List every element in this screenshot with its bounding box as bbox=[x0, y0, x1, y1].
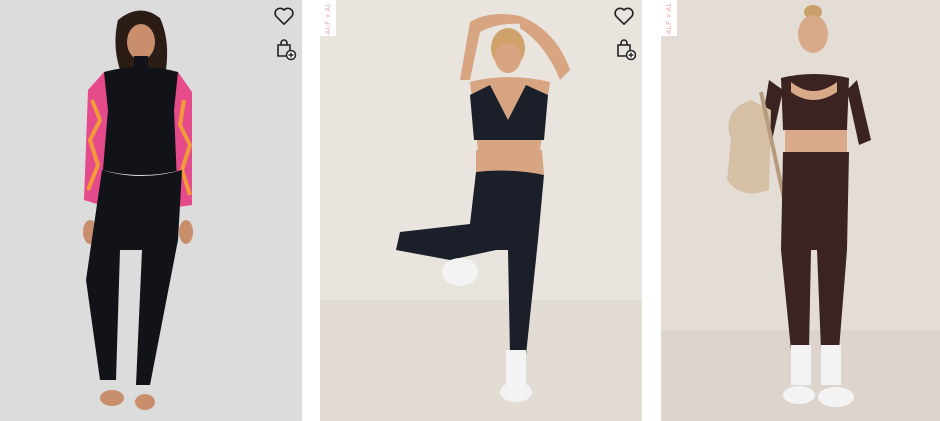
product-card[interactable]: ALF x AL bbox=[320, 0, 642, 421]
wishlist-heart-icon[interactable] bbox=[272, 4, 296, 28]
product-grid: ALF x AL ALF x AL bbox=[0, 0, 940, 421]
product-image[interactable] bbox=[0, 0, 302, 421]
bag-plus-icon[interactable] bbox=[614, 38, 638, 62]
product-card[interactable] bbox=[0, 0, 302, 421]
collab-badge: ALF x AL bbox=[320, 0, 336, 36]
product-card[interactable]: ALF x AL bbox=[661, 0, 940, 421]
product-image[interactable] bbox=[320, 0, 642, 421]
wishlist-heart-icon[interactable] bbox=[612, 4, 636, 28]
bag-plus-icon[interactable] bbox=[274, 38, 298, 62]
product-image[interactable] bbox=[661, 0, 940, 421]
collab-badge: ALF x AL bbox=[661, 0, 677, 36]
